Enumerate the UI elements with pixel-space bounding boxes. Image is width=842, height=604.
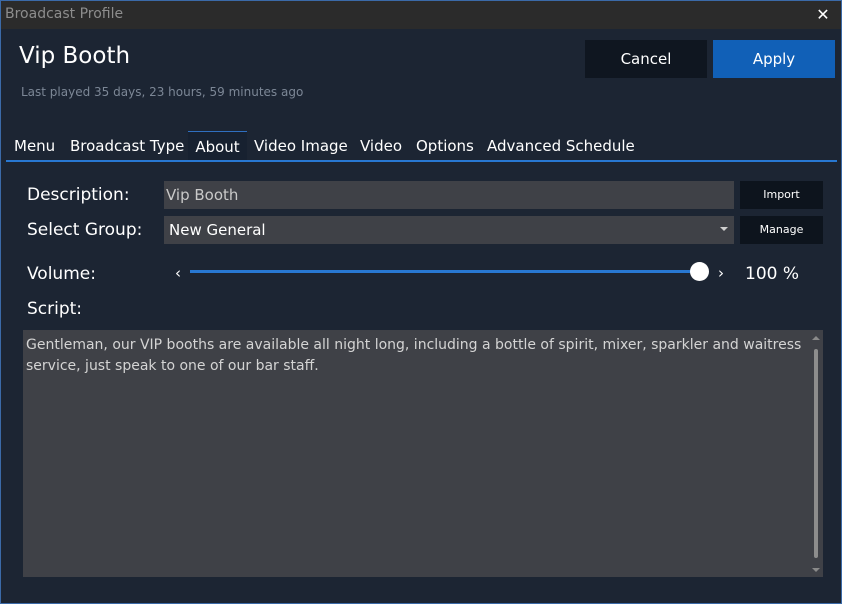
- broadcast-profile-window: Broadcast Profile ✕ Vip Booth Last playe…: [0, 0, 842, 604]
- chevron-right-icon[interactable]: ›: [715, 265, 727, 281]
- script-textarea[interactable]: Gentleman, our VIP booths are available …: [23, 330, 823, 577]
- description-field[interactable]: Vip Booth: [164, 181, 734, 209]
- scroll-up-icon[interactable]: [812, 336, 820, 340]
- tab-underline: [6, 160, 837, 162]
- tab-broadcast-type[interactable]: Broadcast Type: [70, 131, 184, 161]
- volume-slider-thumb[interactable]: [690, 262, 710, 281]
- chevron-left-icon[interactable]: ‹: [172, 265, 184, 281]
- tab-menu[interactable]: Menu: [14, 131, 55, 161]
- volume-label: Volume:: [27, 264, 96, 284]
- apply-button[interactable]: Apply: [713, 40, 835, 78]
- group-select[interactable]: New General: [164, 216, 734, 244]
- volume-slider-fill: [190, 270, 701, 273]
- cancel-button[interactable]: Cancel: [585, 40, 707, 78]
- select-group-label: Select Group:: [27, 220, 143, 240]
- close-icon[interactable]: ✕: [813, 5, 833, 25]
- tab-video-image[interactable]: Video Image: [254, 131, 348, 161]
- last-played-text: Last played 35 days, 23 hours, 59 minute…: [21, 85, 304, 99]
- script-label: Script:: [27, 299, 83, 319]
- tab-bar: Menu Broadcast Type About Video Image Vi…: [1, 131, 841, 161]
- scroll-thumb[interactable]: [814, 349, 818, 558]
- tab-advanced-schedule[interactable]: Advanced Schedule: [487, 131, 635, 161]
- tab-options[interactable]: Options: [416, 131, 474, 161]
- manage-button[interactable]: Manage: [740, 216, 823, 244]
- script-scrollbar[interactable]: [812, 336, 820, 572]
- window-title: Broadcast Profile: [5, 6, 124, 22]
- volume-slider[interactable]: [190, 262, 710, 281]
- tab-about[interactable]: About: [188, 131, 247, 161]
- scroll-down-icon[interactable]: [812, 568, 820, 572]
- tab-video[interactable]: Video: [360, 131, 402, 161]
- group-select-value: New General: [169, 221, 266, 239]
- script-text: Gentleman, our VIP booths are available …: [26, 337, 802, 374]
- volume-value: 100 %: [745, 264, 800, 284]
- description-label: Description:: [27, 185, 130, 205]
- title-bar: Broadcast Profile ✕: [1, 1, 841, 29]
- import-button[interactable]: Import: [740, 181, 823, 209]
- chevron-down-icon: [720, 227, 728, 231]
- page-title: Vip Booth: [19, 43, 131, 69]
